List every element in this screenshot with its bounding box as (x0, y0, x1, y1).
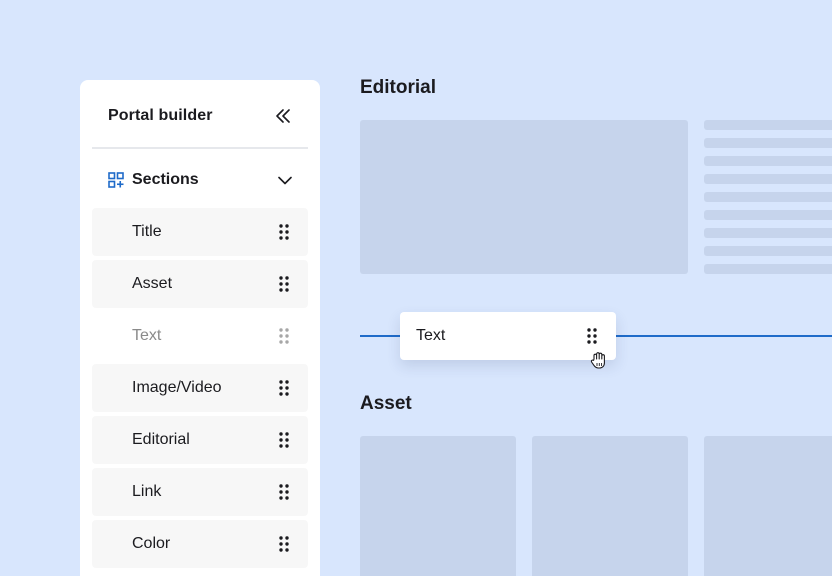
section-item-editorial[interactable]: Editorial (92, 416, 308, 464)
section-item-label: Link (132, 483, 162, 500)
chevron-down-icon (278, 176, 292, 184)
drag-grip-icon[interactable] (278, 275, 290, 293)
section-item-label: Image/Video (132, 379, 222, 396)
drag-grip-icon[interactable] (278, 431, 290, 449)
text-line-placeholder (704, 120, 832, 130)
text-line-placeholder (704, 228, 832, 238)
text-line-placeholder (704, 174, 832, 184)
text-line-placeholder (704, 192, 832, 202)
section-list: Title Asset Text Image/Video Editorial L… (92, 208, 308, 572)
section-item-title[interactable]: Title (92, 208, 308, 256)
asset-heading: Asset (360, 393, 412, 414)
editorial-image-placeholder (360, 120, 688, 274)
section-item-asset[interactable]: Asset (92, 260, 308, 308)
asset-placeholder (360, 436, 516, 576)
text-line-placeholder (704, 156, 832, 166)
grab-hand-icon (590, 352, 605, 369)
section-item-label: Text (132, 327, 162, 344)
portal-builder-panel: Portal builder Sections Title Asset Text… (80, 80, 320, 576)
asset-placeholder (704, 436, 832, 576)
dragged-section-label: Text (416, 327, 446, 344)
editorial-heading: Editorial (360, 77, 437, 98)
section-item-label: Asset (132, 275, 173, 292)
text-line-placeholder (704, 210, 832, 220)
drag-grip-icon[interactable] (278, 483, 290, 501)
panel-divider (92, 147, 308, 149)
panel-title: Portal builder (108, 107, 213, 124)
drag-grip-icon[interactable] (278, 535, 290, 553)
sections-toggle[interactable]: Sections (108, 170, 292, 190)
grid-add-icon (108, 172, 124, 188)
double-chevron-left-icon (276, 109, 290, 123)
text-line-placeholder (704, 264, 832, 274)
drag-grip-icon[interactable] (278, 379, 290, 397)
drag-grip-icon[interactable] (278, 327, 290, 345)
section-item-label: Color (132, 535, 171, 552)
panel-header: Portal builder (108, 106, 292, 126)
section-item-label: Title (132, 223, 162, 240)
asset-placeholder (532, 436, 688, 576)
section-item-link[interactable]: Link (92, 468, 308, 516)
text-line-placeholder (704, 246, 832, 256)
sections-label-group: Sections (108, 171, 199, 189)
sections-label: Sections (132, 171, 199, 188)
dragged-section-text[interactable]: Text (400, 312, 616, 360)
section-item-text-placeholder[interactable]: Text (92, 312, 308, 360)
drag-grip-icon[interactable] (278, 223, 290, 241)
section-item-image-video[interactable]: Image/Video (92, 364, 308, 412)
collapse-panel-button[interactable] (274, 107, 292, 125)
drag-grip-icon[interactable] (586, 327, 598, 345)
section-item-color[interactable]: Color (92, 520, 308, 568)
text-line-placeholder (704, 138, 832, 148)
section-item-label: Editorial (132, 431, 190, 448)
